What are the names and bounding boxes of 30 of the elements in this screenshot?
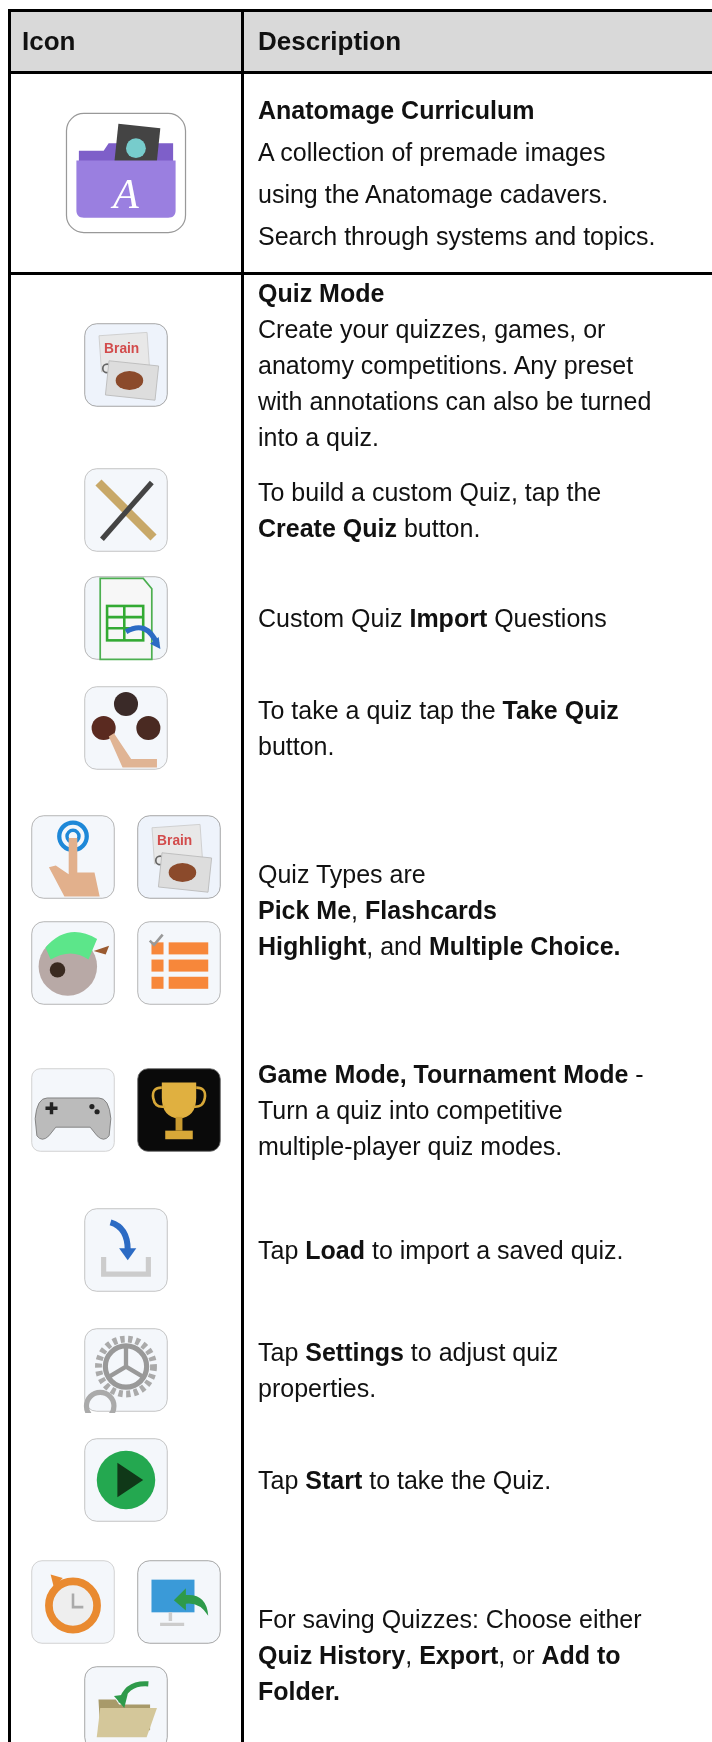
folder-arrow-icon — [83, 1665, 169, 1742]
flashcards-icon: Brain — [136, 814, 222, 900]
history-icon — [30, 1559, 116, 1645]
flashcards-icon: Brain — [83, 322, 169, 408]
description-text: Tap Settings to adjust quiz properties. — [258, 1337, 560, 1404]
description-text: To build a custom Quiz, tap the Create Quiz button. — [258, 477, 603, 544]
description-text: For saving Quizzes: Choose either Quiz History, Export, or Add to Folder. — [258, 1604, 643, 1707]
gamepad-icon — [30, 1067, 116, 1153]
description-text: Tap Start to take the Quiz. — [258, 1465, 553, 1496]
description-text: Custom Quiz Import Questions — [258, 602, 608, 634]
description-text: A collection of premade images using the Anatomage cadavers. Search through systems and topics. — [258, 137, 657, 252]
description-text: To take a quiz tap the Take Quiz button. — [258, 694, 620, 762]
finger-tap-icon — [30, 814, 116, 900]
play-icon — [83, 1437, 169, 1523]
description-text: Tap Load to import a saved quiz. — [258, 1235, 625, 1266]
column-header: Icon — [11, 12, 244, 74]
trophy-icon — [136, 1067, 222, 1153]
eyeball-icon — [30, 920, 116, 1006]
description-text: Game Mode, Tournament Mode - Turn a quiz into competitive multiple-player quiz modes. — [258, 1059, 645, 1162]
gears-icon — [83, 1327, 169, 1413]
pen-ruler-icon — [83, 467, 169, 553]
entry-title: Anatomage Curriculum — [258, 95, 536, 126]
checklist-icon — [136, 920, 222, 1006]
description-text: Quiz Types are Pick Me, Flashcards Highlight, and Multiple Choice. — [258, 859, 622, 962]
hand-circles-icon — [83, 684, 169, 771]
description-text: Create your quizzes, games, or anatomy competitions. Any preset with annotations can also be turned into a quiz. — [258, 314, 653, 453]
spreadsheet-import-icon — [83, 574, 169, 661]
folder-icon: A — [64, 111, 188, 235]
column-header: Description — [244, 12, 712, 74]
entry-title: Quiz Mode — [258, 278, 386, 309]
